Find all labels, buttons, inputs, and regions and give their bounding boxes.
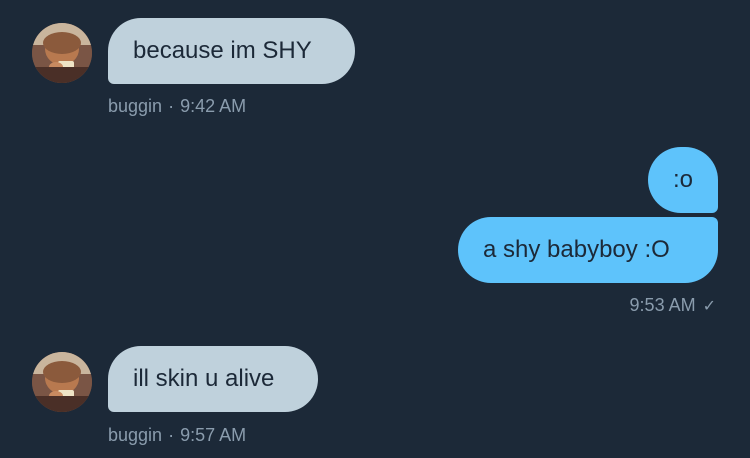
message-time: 9:53 AM — [629, 295, 696, 315]
message-time: 9:42 AM — [180, 96, 247, 116]
message-text: ill skin u alive — [133, 365, 275, 392]
check-icon: ✓ — [702, 298, 716, 315]
message-time: 9:57 AM — [180, 425, 247, 445]
message-text: :o — [673, 166, 694, 193]
avatar-photo — [32, 352, 92, 412]
sender-name[interactable]: buggin — [108, 96, 162, 116]
avatar-photo — [32, 23, 92, 83]
meta-separator: · — [168, 96, 175, 116]
message-bubble-received[interactable]: ill skin u alive — [108, 346, 318, 412]
message-bubble-received[interactable]: because im SHY — [108, 18, 355, 84]
sender-name[interactable]: buggin — [108, 425, 162, 445]
avatar[interactable] — [32, 352, 92, 412]
message-meta: buggin · 9:42 AM — [108, 96, 246, 117]
message-meta: buggin · 9:57 AM — [108, 425, 246, 446]
avatar[interactable] — [32, 23, 92, 83]
message-meta: 9:53 AM ✓ — [630, 295, 716, 316]
message-text: a shy babyboy :O — [483, 236, 670, 263]
message-bubble-sent[interactable]: a shy babyboy :O — [458, 217, 718, 283]
message-bubble-sent[interactable]: :o — [648, 147, 718, 213]
message-text: because im SHY — [133, 37, 312, 64]
meta-separator: · — [168, 425, 175, 445]
